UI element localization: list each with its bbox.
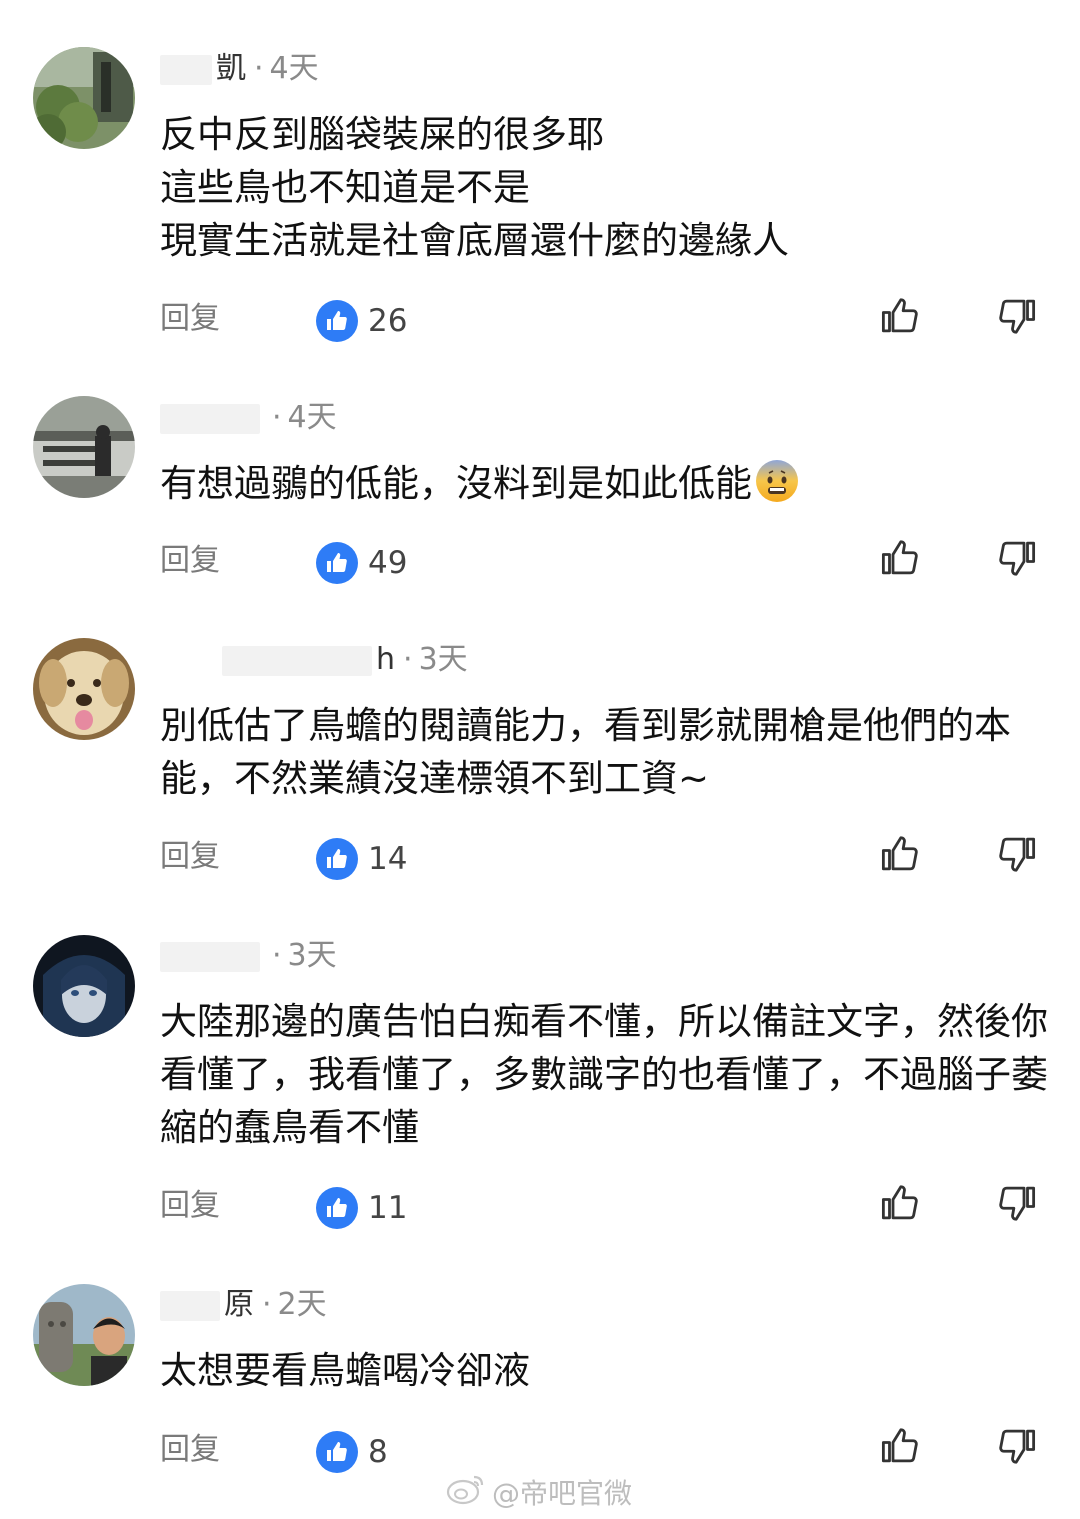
reply-button[interactable]: 回复 bbox=[160, 837, 220, 877]
thumbs-up-badge-icon bbox=[316, 542, 358, 584]
thumbs-up-badge-icon bbox=[316, 1187, 358, 1229]
name-mask bbox=[222, 645, 372, 676]
comment-meta: 凱 · 4天 bbox=[160, 49, 319, 89]
comment-time: 3天 bbox=[418, 642, 468, 677]
thumbs-up-outline-icon[interactable] bbox=[879, 1182, 921, 1224]
comment-text: 太想要看鳥蟾喝冷卻液 bbox=[160, 1349, 530, 1392]
like-count: 11 bbox=[368, 1190, 408, 1226]
like-count: 26 bbox=[368, 303, 408, 339]
comment-text: 反中反到腦袋裝屎的很多耶 這些鳥也不知道是不是 現實生活就是社會底層還什麼的邊緣… bbox=[160, 113, 789, 262]
comment-meta: · 3天 bbox=[160, 936, 337, 976]
fearful-face-emoji bbox=[754, 458, 800, 504]
reply-button[interactable]: 回复 bbox=[160, 1186, 220, 1226]
thumbs-up-badge-icon bbox=[316, 300, 358, 342]
name-mask bbox=[160, 403, 260, 434]
user-avatar[interactable] bbox=[33, 396, 135, 498]
thumbs-up-outline-icon[interactable] bbox=[879, 833, 921, 875]
comment-text: 有想過鶸的低能，沒料到是如此低能 bbox=[160, 457, 1060, 510]
comment-time: 2天 bbox=[277, 1287, 327, 1322]
name-mask bbox=[160, 1290, 220, 1321]
like-count: 49 bbox=[368, 545, 408, 581]
comment-meta: h · 3天 bbox=[160, 640, 468, 680]
username[interactable]: h bbox=[376, 642, 395, 677]
like-count: 8 bbox=[368, 1434, 388, 1470]
name-mask bbox=[160, 54, 212, 85]
thumbs-down-outline-icon[interactable] bbox=[996, 537, 1038, 579]
comment-meta: · 4天 bbox=[160, 398, 337, 438]
comment-time: 4天 bbox=[287, 400, 337, 435]
like-count: 14 bbox=[368, 841, 408, 877]
reply-button[interactable]: 回复 bbox=[160, 541, 220, 581]
thumbs-up-outline-icon[interactable] bbox=[879, 537, 921, 579]
reply-button[interactable]: 回复 bbox=[160, 1430, 220, 1470]
comment-text: 別低估了鳥蟾的閱讀能力，看到影就開槍是他們的本能，不然業績沒達標領不到工資~ bbox=[160, 704, 1011, 800]
name-mask bbox=[160, 941, 260, 972]
weibo-logo-icon bbox=[446, 1473, 486, 1516]
thumbs-up-outline-icon[interactable] bbox=[879, 295, 921, 337]
thumbs-up-badge-icon bbox=[316, 838, 358, 880]
thumbs-up-outline-icon[interactable] bbox=[879, 1425, 921, 1467]
comment-time: 3天 bbox=[287, 938, 337, 973]
weibo-watermark: @帝吧官微 bbox=[446, 1474, 632, 1514]
thumbs-up-badge-icon bbox=[316, 1431, 358, 1473]
user-avatar[interactable] bbox=[33, 638, 135, 740]
user-avatar[interactable] bbox=[33, 935, 135, 1037]
thumbs-down-outline-icon[interactable] bbox=[996, 295, 1038, 337]
username[interactable]: 原 bbox=[224, 1287, 254, 1322]
thumbs-down-outline-icon[interactable] bbox=[996, 1425, 1038, 1467]
comment-time: 4天 bbox=[269, 51, 319, 86]
watermark-text: @帝吧官微 bbox=[492, 1477, 633, 1510]
comment-text: 大陸那邊的廣告怕白痴看不懂，所以備註文字，然後你看懂了，我看懂了，多數識字的也看… bbox=[160, 1000, 1048, 1149]
comment-text-body: 有想過鶸的低能，沒料到是如此低能 bbox=[160, 462, 752, 505]
thumbs-down-outline-icon[interactable] bbox=[996, 833, 1038, 875]
user-avatar[interactable] bbox=[33, 47, 135, 149]
user-avatar[interactable] bbox=[33, 1284, 135, 1386]
reply-button[interactable]: 回复 bbox=[160, 299, 220, 339]
username[interactable]: 凱 bbox=[216, 51, 246, 86]
comment-meta: 原 · 2天 bbox=[160, 1285, 327, 1325]
thumbs-down-outline-icon[interactable] bbox=[996, 1182, 1038, 1224]
